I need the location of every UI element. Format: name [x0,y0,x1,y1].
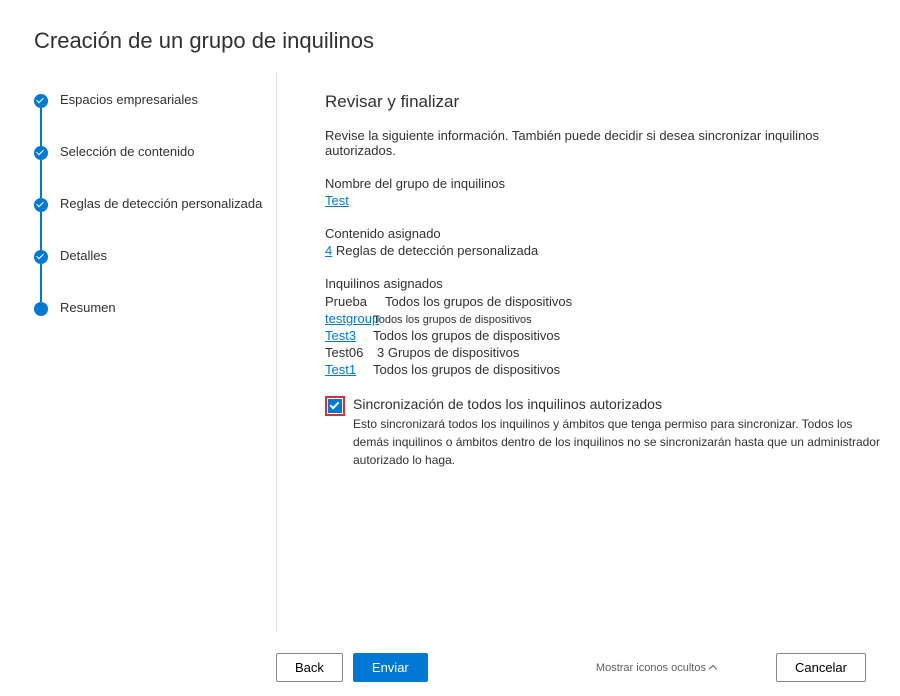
main-container: Espacios empresariales Selección de cont… [0,72,900,632]
cancel-button[interactable]: Cancelar [776,653,866,682]
step-connector [40,108,42,146]
step-connector [40,160,42,198]
step-content-selection[interactable]: Selección de contenido [34,144,276,196]
step-summary[interactable]: Resumen [34,300,276,315]
tenant-name: Test06 [325,344,373,362]
assigned-tenants-label: Inquilinos asignados [325,276,880,291]
tenant-scope: Todos los grupos de dispositivos [385,293,572,311]
tenant-row: Prueba Todos los grupos de dispositivos [325,293,880,310]
tenant-name: Prueba [325,293,381,311]
tenant-scope: Todos los grupos de dispositivos [373,327,560,345]
chevron-up-icon [709,665,717,673]
step-label: Selección de contenido [60,144,194,159]
wizard-sidebar: Espacios empresariales Selección de cont… [0,72,277,632]
step-label: Detalles [60,248,107,263]
check-icon [34,198,48,212]
footer-bar: Back Enviar Mostrar iconos ocultos Cance… [0,653,900,682]
tenant-row: Test1 Todos los grupos de dispositivos [325,361,880,378]
group-name-label: Nombre del grupo de inquilinos [325,176,880,191]
content-title: Revisar y finalizar [325,92,880,112]
show-hidden-icons[interactable]: Mostrar iconos ocultos [596,662,716,674]
tenant-scope: 3 Grupos de dispositivos [377,344,519,362]
sync-description: Esto sincronizará todos los inquilinos y… [353,415,880,469]
page-title: Creación de un grupo de inquilinos [0,0,900,72]
sync-text: Sincronización de todos los inquilinos a… [353,396,880,469]
assigned-tenants-section: Inquilinos asignados Prueba Todos los gr… [325,276,880,378]
assigned-content-text: Reglas de detección personalizada [336,243,538,258]
tenant-table: Prueba Todos los grupos de dispositivos … [325,293,880,378]
sync-section: Sincronización de todos los inquilinos a… [325,396,880,469]
group-name-link[interactable]: Test [325,193,349,208]
submit-button[interactable]: Enviar [353,653,428,682]
check-icon [34,146,48,160]
assigned-content-count-link[interactable]: 4 [325,243,332,258]
assigned-content-section: Contenido asignado 4 Reglas de detección… [325,226,880,258]
content-panel: Revisar y finalizar Revise la siguiente … [277,72,900,632]
tenant-scope: Todos los grupos de dispositivos [373,361,560,379]
step-details[interactable]: Detalles [34,248,276,300]
sync-title: Sincronización de todos los inquilinos a… [353,396,880,412]
current-step-icon [34,302,48,316]
back-button[interactable]: Back [276,653,343,682]
check-icon [34,94,48,108]
tenant-row: Test06 3 Grupos de dispositivos [325,344,880,361]
step-tenants[interactable]: Espacios empresariales [34,92,276,144]
check-icon [34,250,48,264]
footer-right-buttons: Cancelar [776,653,866,682]
tenant-row: testgroup Todos los grupos de dispositiv… [325,310,880,327]
step-label: Reglas de detección personalizada [60,196,262,211]
tenant-name-link[interactable]: Test3 [325,327,369,345]
step-detection-rules[interactable]: Reglas de detección personalizada [34,196,276,248]
step-connector [40,212,42,250]
step-list: Espacios empresariales Selección de cont… [34,92,276,315]
step-label: Resumen [60,300,116,315]
sync-checkbox-highlight [325,396,345,416]
tenant-row: Test3 Todos los grupos de dispositivos [325,327,880,344]
footer-left-buttons: Back Enviar [276,653,428,682]
content-description: Revise la siguiente información. También… [325,128,880,158]
tenant-name-link[interactable]: testgroup [325,310,379,328]
sync-checkbox[interactable] [328,399,342,413]
step-label: Espacios empresariales [60,92,198,107]
show-hidden-label: Mostrar iconos ocultos [596,662,706,674]
group-name-section: Nombre del grupo de inquilinos Test [325,176,880,208]
step-connector [40,264,42,302]
assigned-content-label: Contenido asignado [325,226,880,241]
tenant-name-link[interactable]: Test1 [325,361,369,379]
